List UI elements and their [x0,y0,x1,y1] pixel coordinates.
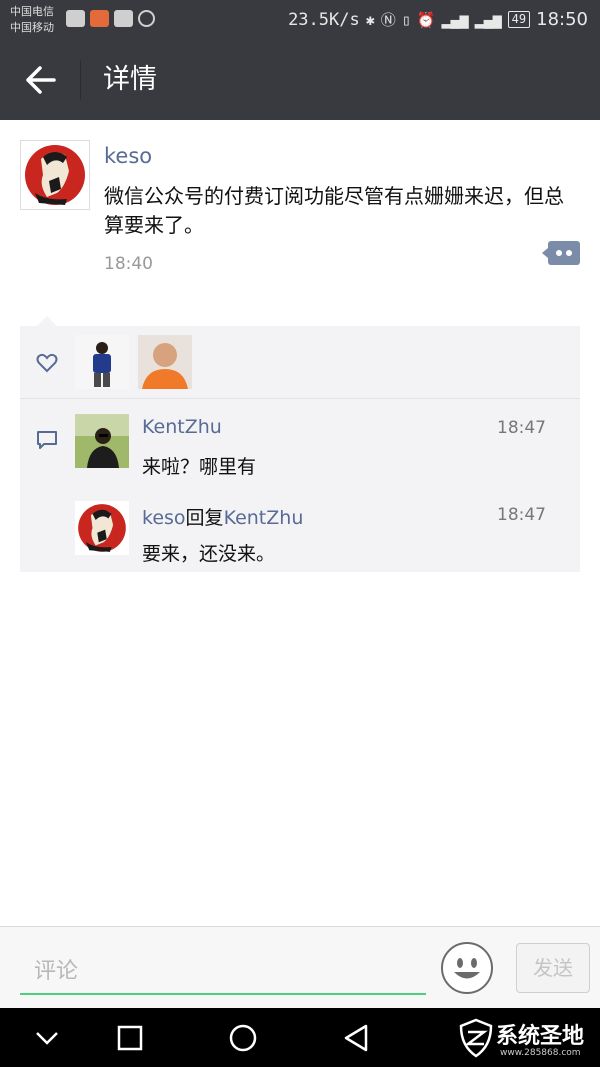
comment-author[interactable]: keso [142,507,186,529]
post-time: 18:40 [104,254,153,274]
panel-divider [20,398,580,399]
status-right: 23.5K/s ✱ Ⓝ ▯ ⏰ ▂▄▆ ▂▄▆ 49 18:50 [288,9,588,30]
reply-word: 回复 [185,507,224,529]
more-dots-icon [542,241,580,265]
vibrate-icon: ▯ [401,10,411,29]
comment-item[interactable]: KentZhu 18:47 来啦？哪里有 [20,414,580,500]
back-button[interactable] [18,62,62,98]
carrier-labels: 中国电信 中国移动 [10,4,54,36]
comment-input[interactable] [20,949,426,995]
nfc-icon: Ⓝ [380,11,396,29]
comment-author-line: keso回复KentZhu [142,503,303,530]
alarm-icon: ⏰ [416,10,436,29]
briefcase-icon [66,10,85,27]
notification-icons [66,10,155,27]
sync-icon [138,10,155,27]
like-avatar-2[interactable] [138,335,192,389]
post-author-avatar[interactable] [20,140,90,210]
keso-avatar-image [21,141,89,209]
carrier-2: 中国移动 [10,21,54,34]
mail-icon [114,10,133,27]
comment-input-bar: 发送 [0,926,600,1008]
shield-logo-icon [459,1018,493,1058]
liker-avatar-image [138,335,192,389]
hide-keyboard-button[interactable] [30,1022,64,1054]
heart-icon [36,353,58,373]
carrier-1: 中国电信 [10,5,54,18]
comment-time: 18:47 [497,418,546,438]
nav-divider [80,60,81,100]
comment-time: 18:47 [497,505,546,525]
net-speed: 23.5K/s [288,9,360,30]
navigation-bar: 详情 [0,40,600,120]
circle-icon [229,1024,257,1052]
liker-avatar-image [75,335,129,389]
square-icon [117,1025,143,1051]
recent-apps-button[interactable] [113,1022,147,1054]
smiley-icon [441,942,493,994]
emoji-button[interactable] [440,941,494,995]
comment-avatar[interactable] [75,414,129,468]
watermark: 系统圣地 www.285868.com [456,1016,596,1062]
post-author-name[interactable]: keso [104,144,152,168]
home-button[interactable] [226,1022,260,1054]
triangle-back-icon [344,1024,368,1052]
comment-item[interactable]: keso回复KentZhu 18:47 要来，还没来。 [20,501,580,587]
battery-icon: 49 [507,11,531,28]
chevron-down-icon [36,1032,58,1045]
post-content: 微信公众号的付费订阅功能尽管有点姗姗来迟，但总算要来了。 [104,184,564,237]
system-navigation-bar: 系统圣地 www.285868.com [0,1008,600,1067]
bluetooth-icon: ✱ [365,10,375,29]
watermark-url: www.285868.com [500,1048,581,1058]
comment-text: 来啦？哪里有 [142,456,257,478]
more-actions-button[interactable] [542,240,580,266]
keso-avatar-image [75,501,129,555]
signal-2-icon: ▂▄▆ [474,10,502,29]
watermark-brand: 系统圣地 [496,1024,585,1049]
page-title: 详情 [103,64,157,95]
send-button[interactable]: 发送 [516,943,590,993]
app-notification-icon [90,10,109,27]
status-bar: 中国电信 中国移动 23.5K/s ✱ Ⓝ ▯ ⏰ ▂▄▆ ▂▄▆ 49 18:… [0,0,600,40]
comment-author[interactable]: KentZhu [142,416,222,438]
reply-target[interactable]: KentZhu [224,507,304,529]
comment-text: 要来，还没来。 [142,543,276,565]
back-nav-button[interactable] [340,1022,374,1054]
likes-row [20,326,580,398]
clock: 18:50 [536,9,588,30]
interaction-panel: KentZhu 18:47 来啦？哪里有 keso回复KentZhu 18:47… [20,326,580,572]
like-avatar-1[interactable] [75,335,129,389]
signal-icon: ▂▄▆ [441,10,469,29]
kentzhu-avatar-image [75,414,129,468]
comment-avatar[interactable] [75,501,129,555]
back-arrow-icon [26,66,56,94]
